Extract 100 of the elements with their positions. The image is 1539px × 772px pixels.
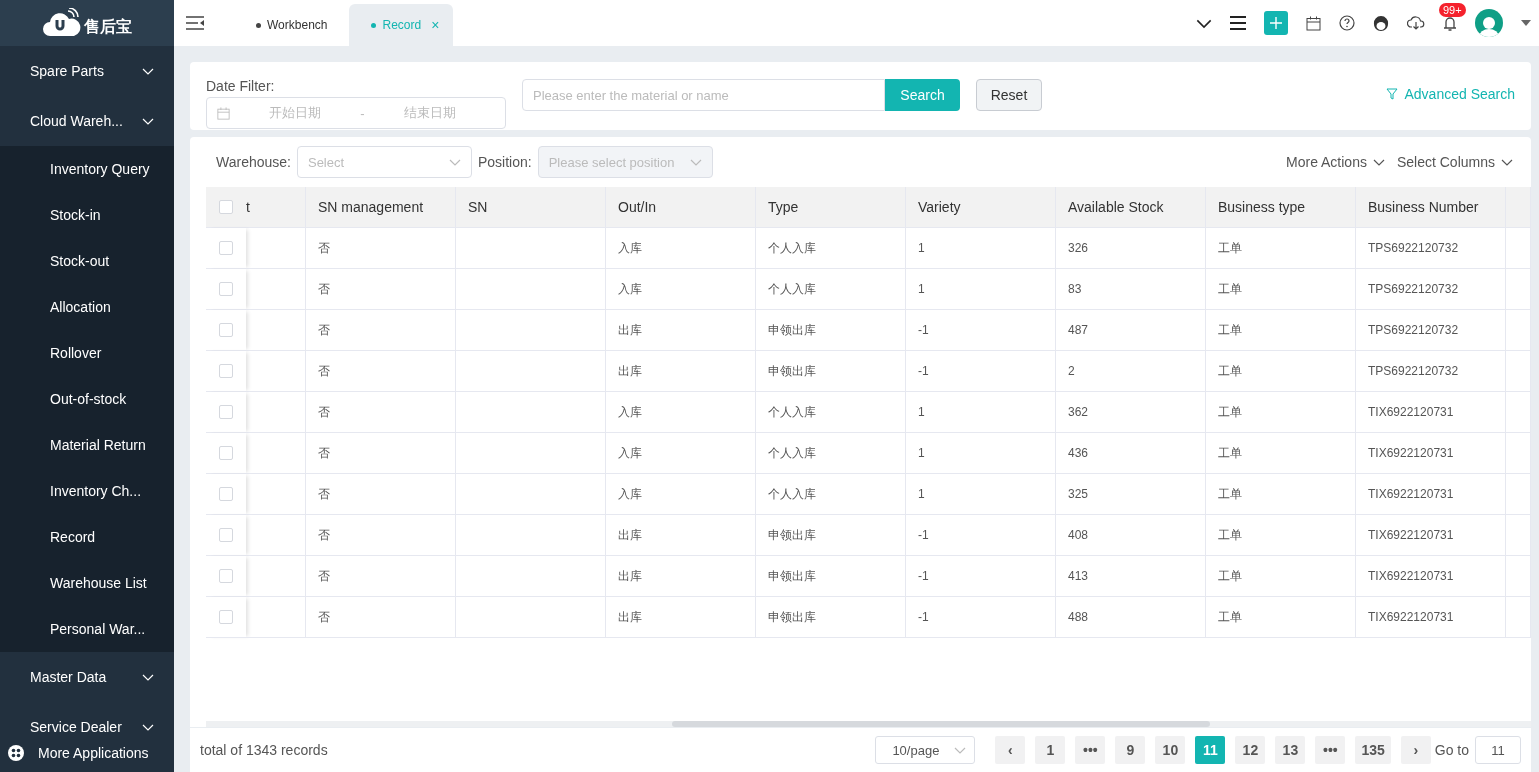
sidebar-item[interactable]: Record — [0, 514, 174, 560]
page-button[interactable]: 10 — [1155, 736, 1186, 764]
table-cell: 工单 — [1206, 433, 1356, 474]
table-cell: 否 — [306, 474, 456, 515]
table-cell: 1 — [906, 474, 1056, 515]
table-cell: 2 — [1056, 351, 1206, 392]
sidebar-group[interactable]: Cloud Wareh... — [0, 96, 174, 146]
table-cell: 83 — [1056, 269, 1206, 310]
sidebar-item[interactable]: Allocation — [0, 284, 174, 330]
page-button[interactable]: 9 — [1115, 736, 1146, 764]
table-cell: TPS6922120732 — [1356, 269, 1506, 310]
sidebar-item[interactable]: Inventory Ch... — [0, 468, 174, 514]
table-cell: 出库 — [606, 310, 756, 351]
page-button[interactable]: ••• — [1315, 736, 1346, 764]
bell-icon[interactable] — [1443, 15, 1457, 31]
select-columns-button[interactable]: Select Columns — [1396, 154, 1513, 170]
checkbox[interactable] — [219, 241, 233, 255]
checkbox[interactable] — [219, 610, 233, 624]
page-button[interactable]: 135 — [1355, 736, 1391, 764]
page-size-select[interactable]: 10/page — [875, 736, 976, 764]
reset-button[interactable]: Reset — [976, 79, 1042, 111]
plus-icon — [1269, 16, 1283, 30]
table-cell — [1506, 597, 1531, 638]
column-header: Business Number — [1356, 187, 1506, 228]
table-cell: TIX6922120731 — [1356, 474, 1506, 515]
more-actions-button[interactable]: More Actions — [1286, 154, 1385, 170]
collapse-menu-icon[interactable] — [186, 15, 204, 31]
next-page-button[interactable]: › — [1400, 736, 1431, 764]
table-cell: 408 — [1056, 515, 1206, 556]
checkbox[interactable] — [219, 200, 233, 214]
sidebar-item[interactable]: Personal War... — [0, 606, 174, 652]
table-cell: -1 — [906, 351, 1056, 392]
caret-icon[interactable] — [1521, 20, 1531, 26]
sidebar-item[interactable]: Stock-out — [0, 238, 174, 284]
page-button[interactable]: 13 — [1275, 736, 1306, 764]
table-cell — [1506, 351, 1531, 392]
table-cell: 1 — [906, 433, 1056, 474]
page-button[interactable]: ••• — [1075, 736, 1106, 764]
checkbox[interactable] — [219, 446, 233, 460]
table-cell: 个人入库 — [756, 392, 906, 433]
prev-page-button[interactable]: ‹ — [995, 736, 1026, 764]
table-cell: TIX6922120731 — [1356, 597, 1506, 638]
menu-icon[interactable] — [1230, 16, 1246, 30]
add-button[interactable] — [1264, 11, 1288, 35]
sidebar-item[interactable]: Stock-in — [0, 192, 174, 238]
page-button[interactable]: 12 — [1235, 736, 1266, 764]
table-cell — [1506, 392, 1531, 433]
more-applications-link[interactable]: More Applications — [38, 745, 149, 761]
total-records: total of 1343 records — [200, 742, 328, 758]
table-cell: 否 — [306, 310, 456, 351]
cloud-download-icon[interactable] — [1407, 16, 1425, 30]
table-cell — [1506, 515, 1531, 556]
column-header: Business type — [1206, 187, 1356, 228]
table-cell: -1 — [906, 556, 1056, 597]
avatar[interactable] — [1475, 9, 1503, 37]
table-cell: 个人入库 — [756, 433, 906, 474]
checkbox[interactable] — [219, 569, 233, 583]
table-cell: 487 — [1056, 310, 1206, 351]
checkbox[interactable] — [219, 282, 233, 296]
table-cell: 325 — [1056, 474, 1206, 515]
table-cell: 否 — [306, 597, 456, 638]
checkbox[interactable] — [219, 364, 233, 378]
person-icon[interactable] — [1373, 14, 1389, 32]
table-cell: 436 — [1056, 433, 1206, 474]
table-cell: 326 — [1056, 228, 1206, 269]
sidebar-item[interactable]: Out-of-stock — [0, 376, 174, 422]
checkbox[interactable] — [219, 487, 233, 501]
table-cell: 出库 — [606, 597, 756, 638]
sidebar-item[interactable]: Rollover — [0, 330, 174, 376]
sidebar-group[interactable]: Spare Parts — [0, 46, 174, 96]
checkbox[interactable] — [219, 405, 233, 419]
column-header: Variety — [906, 187, 1056, 228]
sidebar-item[interactable]: Inventory Query — [0, 146, 174, 192]
table-cell: 工单 — [1206, 269, 1356, 310]
page-button[interactable]: 1 — [1035, 736, 1066, 764]
checkbox[interactable] — [219, 528, 233, 542]
table-cell: 入库 — [606, 433, 756, 474]
sidebar-item[interactable]: Warehouse List — [0, 560, 174, 606]
table-cell: 413 — [1056, 556, 1206, 597]
scrollbar-thumb[interactable] — [672, 721, 1210, 727]
table-cell: 工单 — [1206, 474, 1356, 515]
table-cell: 出库 — [606, 515, 756, 556]
sidebar-item[interactable]: Material Return — [0, 422, 174, 468]
warehouse-label: Warehouse: — [216, 154, 291, 170]
table-cell — [1506, 269, 1531, 310]
table-cell: -1 — [906, 310, 1056, 351]
column-header: Type — [756, 187, 906, 228]
table-cell: 否 — [306, 351, 456, 392]
goto-field[interactable]: 11 — [1475, 736, 1521, 764]
apps-icon — [8, 745, 24, 761]
table-cell: 工单 — [1206, 515, 1356, 556]
search-field[interactable]: Please enter the material or name — [522, 79, 885, 111]
sidebar-group[interactable]: Service Dealer — [0, 702, 174, 734]
checkbox[interactable] — [219, 323, 233, 337]
calendar-icon[interactable] — [1306, 15, 1321, 31]
table-cell: 工单 — [1206, 392, 1356, 433]
table-cell: 1 — [906, 228, 1056, 269]
column-header: t — [246, 187, 306, 228]
sidebar-group[interactable]: Master Data — [0, 652, 174, 702]
help-icon[interactable] — [1339, 15, 1355, 31]
